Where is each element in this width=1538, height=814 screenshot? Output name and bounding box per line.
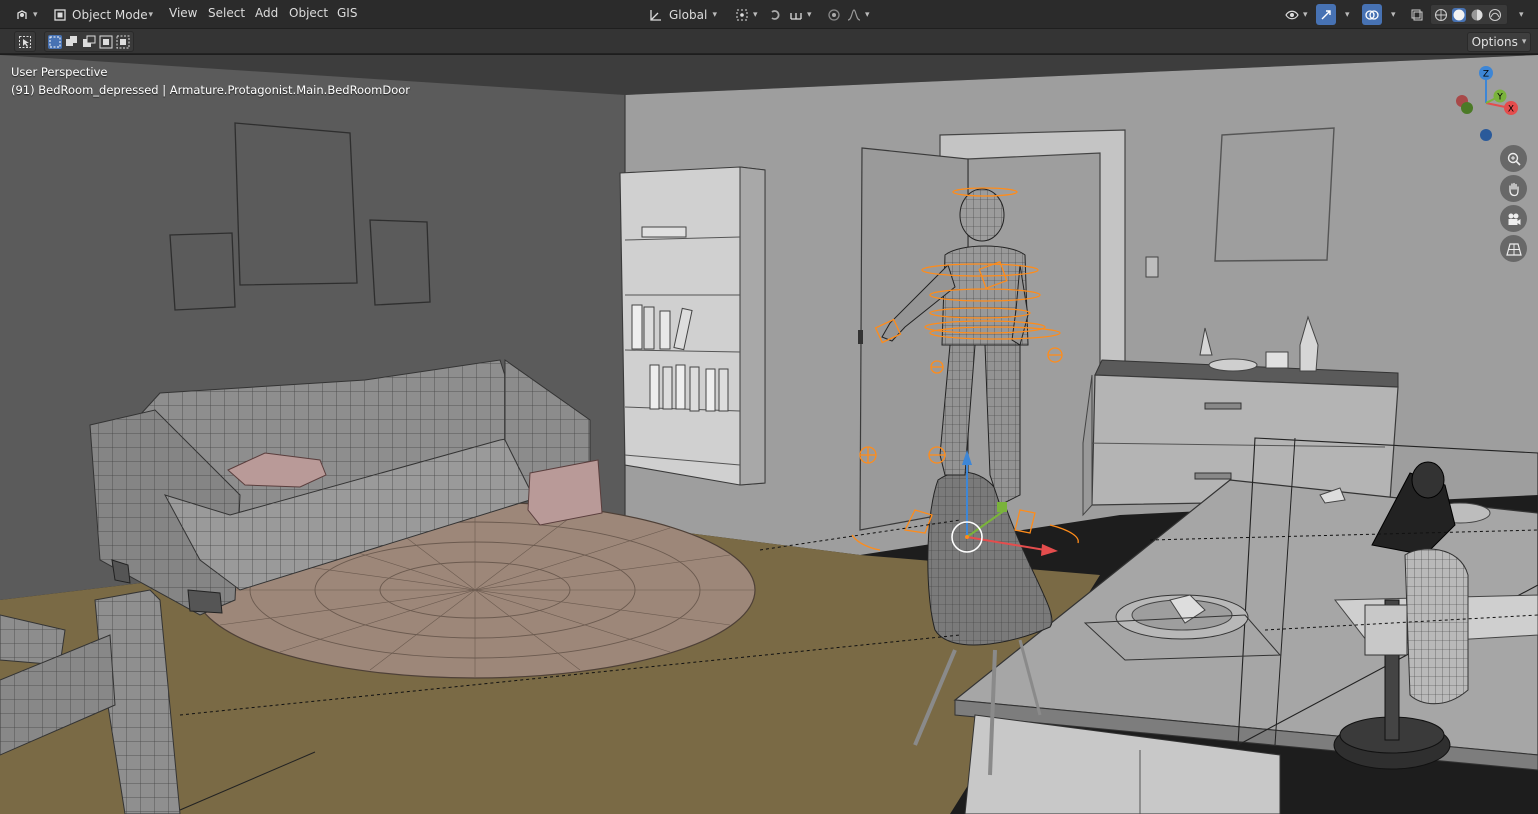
menu-view[interactable]: View xyxy=(169,6,197,20)
visibility-button[interactable]: ▾ xyxy=(1280,4,1313,25)
navigation-gizmo[interactable]: Z X Y xyxy=(1448,63,1528,145)
axis-z-label: Z xyxy=(1483,70,1489,80)
ortho-toggle-button[interactable] xyxy=(1500,235,1527,262)
axis-y-label: Y xyxy=(1496,93,1503,103)
bookshelf[interactable] xyxy=(619,166,766,486)
orientation-label: Global xyxy=(669,7,708,22)
select-extend-icon[interactable] xyxy=(65,35,79,49)
mode-selector[interactable]: Object Mode ▾ xyxy=(48,4,158,25)
overlay-menu[interactable]: ▾ xyxy=(1382,4,1401,25)
viewport-info: User Perspective (91) BedRoom_depressed … xyxy=(11,63,410,99)
axis-neg-y-handle[interactable] xyxy=(1461,102,1473,114)
proportional-edit-icon xyxy=(828,8,840,21)
pan-hand-icon xyxy=(1508,182,1519,196)
options-label: Options xyxy=(1471,35,1518,49)
active-tool-button[interactable] xyxy=(14,31,36,52)
viewport-header: ▾ Object Mode ▾ View Select Add Object G… xyxy=(0,0,1538,29)
snap-icon xyxy=(771,9,780,20)
snap-target-button[interactable]: ▾ xyxy=(784,4,817,25)
wireframe-shading-icon[interactable] xyxy=(1434,8,1448,22)
view-name: User Perspective xyxy=(11,65,108,79)
gizmo-icon xyxy=(1321,9,1331,19)
chevron-down-icon: ▾ xyxy=(1391,9,1396,20)
editor-type-button[interactable]: ▾ xyxy=(10,4,43,25)
3d-viewport[interactable]: User Perspective (91) BedRoom_depressed … xyxy=(0,55,1538,814)
menu-gis[interactable]: GIS xyxy=(337,6,357,20)
zoom-button[interactable] xyxy=(1500,145,1527,172)
solid-shading-icon[interactable] xyxy=(1452,7,1466,22)
select-mode-group xyxy=(44,31,134,52)
axis-neg-z-handle[interactable] xyxy=(1480,129,1492,141)
select-box-icon xyxy=(19,35,31,48)
mode-label: Object Mode xyxy=(72,7,148,22)
object-info: (91) BedRoom_depressed | Armature.Protag… xyxy=(11,83,410,97)
xray-toggle[interactable] xyxy=(1405,4,1429,25)
chevron-down-icon: ▾ xyxy=(753,9,758,20)
rendered-shading-icon[interactable] xyxy=(1488,8,1502,22)
material-shading-icon[interactable] xyxy=(1470,8,1484,22)
options-dropdown[interactable]: Options ▾ xyxy=(1467,32,1531,52)
falloff-curve-icon xyxy=(847,8,861,21)
object-mode-icon xyxy=(54,8,66,21)
orientation-selector[interactable]: Global ▾ xyxy=(644,4,722,25)
transform-orientation-icon xyxy=(650,9,661,21)
chevron-down-icon: ▾ xyxy=(807,9,812,20)
snap-increment-icon xyxy=(790,12,802,20)
xray-icon xyxy=(1411,9,1423,20)
light-switch xyxy=(1145,256,1159,278)
overlay-toggle[interactable] xyxy=(1362,4,1382,25)
ortho-grid-icon xyxy=(1505,242,1522,256)
3d-viewport-icon xyxy=(17,9,27,19)
select-set-icon[interactable] xyxy=(48,34,62,49)
chevron-down-icon: ▾ xyxy=(1345,9,1350,20)
chevron-down-icon: ▾ xyxy=(33,9,38,20)
select-intersect-icon[interactable] xyxy=(116,35,130,49)
chevron-down-icon: ▾ xyxy=(148,9,153,20)
menu-object[interactable]: Object xyxy=(289,6,328,20)
scene-render[interactable] xyxy=(0,55,1538,814)
pivot-point-icon xyxy=(736,9,748,20)
eye-icon xyxy=(1285,10,1299,19)
chevron-down-icon: ▾ xyxy=(1303,9,1308,20)
falloff-button[interactable]: ▾ xyxy=(842,4,875,25)
overlay-icon xyxy=(1365,9,1379,20)
camera-view-button[interactable] xyxy=(1500,205,1527,232)
zoom-icon xyxy=(1507,152,1521,166)
tool-settings-bar xyxy=(0,29,1538,54)
gizmo-menu[interactable]: ▾ xyxy=(1336,4,1355,25)
chevron-down-icon: ▾ xyxy=(712,9,717,20)
pivot-point-button[interactable]: ▾ xyxy=(730,4,763,25)
camera-view-icon xyxy=(1508,213,1520,225)
menu-select[interactable]: Select xyxy=(208,6,245,20)
axis-x-label: X xyxy=(1508,105,1514,115)
chevron-down-icon: ▾ xyxy=(1519,9,1524,20)
select-invert-icon[interactable] xyxy=(99,35,113,49)
gizmo-toggle[interactable] xyxy=(1316,4,1336,25)
chevron-down-icon: ▾ xyxy=(865,9,870,20)
menu-add[interactable]: Add xyxy=(255,6,278,20)
shading-mode-group xyxy=(1430,4,1508,25)
shading-menu[interactable]: ▾ xyxy=(1510,4,1529,25)
select-subtract-icon[interactable] xyxy=(82,35,96,49)
chevron-down-icon: ▾ xyxy=(1521,37,1527,47)
pan-button[interactable] xyxy=(1500,175,1527,202)
